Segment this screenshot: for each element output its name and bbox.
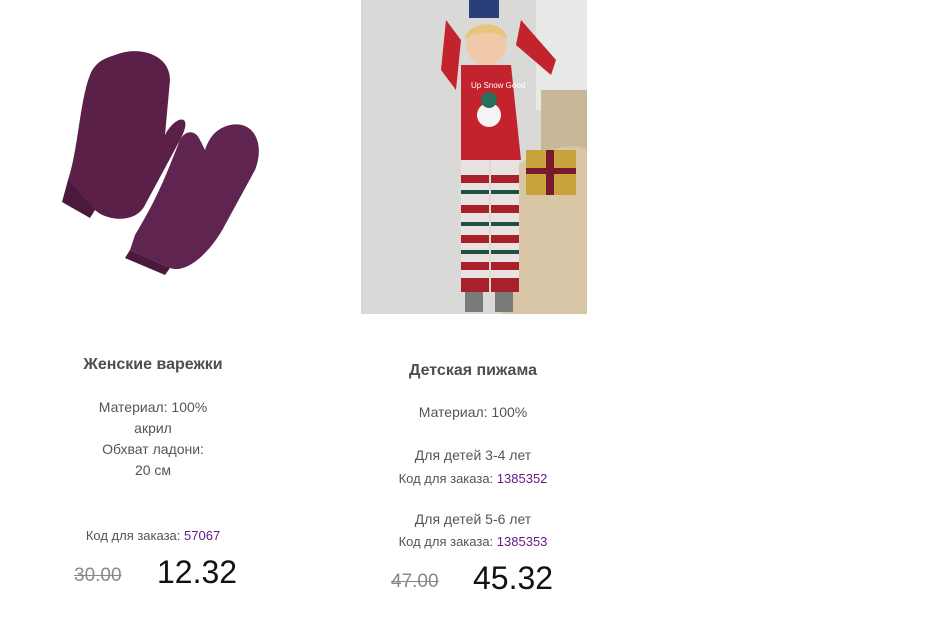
- desc-line: акрил: [134, 420, 172, 436]
- product-title[interactable]: Детская пижама: [360, 362, 586, 380]
- order-code-line: Код для заказа: 57067: [44, 528, 262, 543]
- product-title[interactable]: Женские варежки: [44, 356, 262, 374]
- variant-label: Для детей 3-4 лет: [414, 447, 532, 463]
- order-code[interactable]: 57067: [184, 528, 220, 543]
- pajama-photo[interactable]: Up Snow Good: [361, 0, 587, 314]
- order-code[interactable]: 1385353: [497, 534, 548, 549]
- desc-line: Обхват ладони:: [102, 441, 204, 457]
- material-text: Материал: 100%: [418, 404, 528, 420]
- new-price: 45.32: [473, 560, 554, 596]
- order-code-label: Код для заказа:: [398, 534, 494, 549]
- desc-line: Материал: 100%: [98, 399, 208, 415]
- desc-line: 20 см: [134, 462, 172, 478]
- order-code[interactable]: 1385352: [497, 471, 548, 486]
- product-description: Материал: 100% акрил Обхват ладони: 20 с…: [44, 397, 262, 481]
- variant-label: Для детей 5-6 лет: [414, 511, 532, 527]
- mittens-image[interactable]: [60, 40, 270, 280]
- order-code-line: Код для заказа: 1385352: [360, 471, 586, 486]
- order-code-label: Код для заказа:: [85, 528, 181, 543]
- old-price: 30.00: [74, 565, 122, 586]
- order-code-label: Код для заказа:: [398, 471, 494, 486]
- new-price: 12.32: [157, 554, 238, 590]
- svg-text:Up Snow Good: Up Snow Good: [471, 81, 525, 90]
- old-price: 47.00: [391, 571, 439, 592]
- order-code-line: Код для заказа: 1385353: [360, 534, 586, 549]
